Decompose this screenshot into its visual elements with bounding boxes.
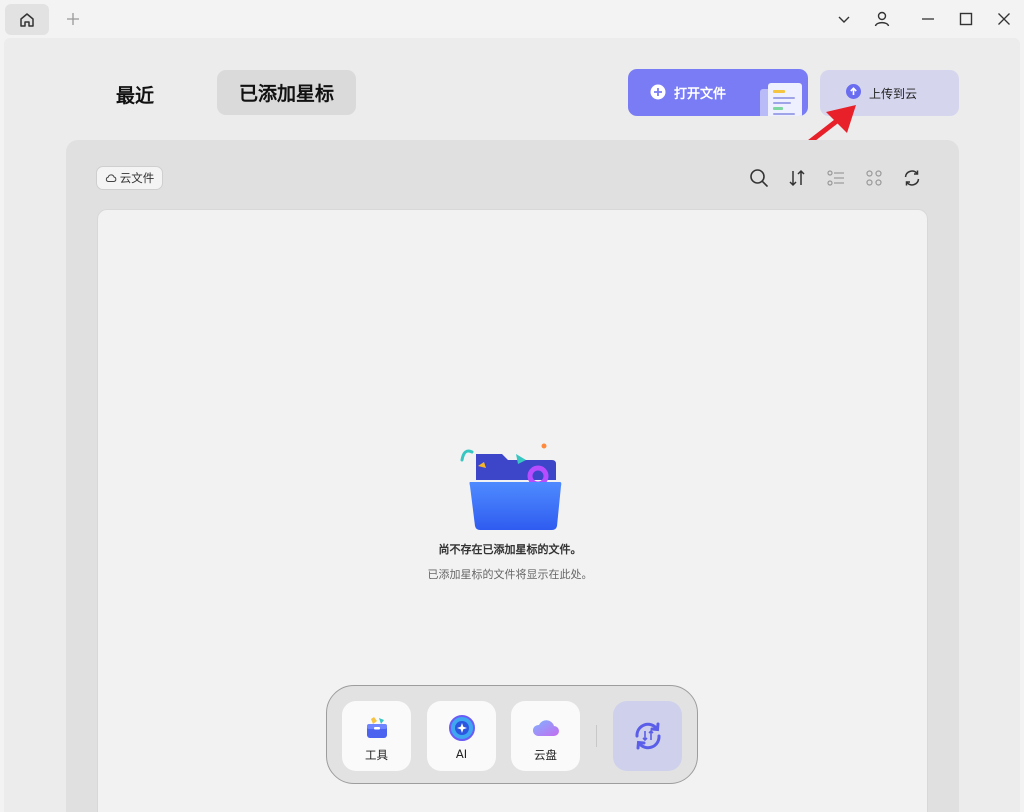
cloud-files-label: 云文件 [119, 171, 155, 185]
maximize-button[interactable] [952, 6, 980, 32]
new-tab-button[interactable] [62, 8, 84, 30]
search-icon [750, 169, 768, 187]
nav-recent[interactable]: 最近 [96, 72, 174, 116]
refresh-button[interactable] [900, 166, 924, 190]
empty-state-subtitle: 已添加星标的文件将显示在此处。 [427, 568, 593, 581]
search-button[interactable] [747, 166, 771, 190]
empty-folder-icon [460, 443, 562, 530]
dock-tools-button[interactable]: 工具 [342, 701, 411, 771]
account-button[interactable] [868, 6, 896, 32]
ai-assistant-icon [449, 715, 475, 741]
minimize-icon [922, 18, 934, 20]
dock-sync-button[interactable] [613, 701, 682, 771]
nav-starred[interactable]: 已添加星标 [217, 70, 356, 115]
minimize-button[interactable] [914, 6, 942, 32]
upload-arrow-icon [846, 84, 861, 99]
sort-icon [789, 169, 805, 187]
close-icon [998, 13, 1010, 25]
grid-view-icon [866, 170, 882, 186]
dock-tools-label: 工具 [365, 748, 388, 762]
toolbox-icon [367, 717, 387, 738]
refresh-icon [904, 170, 920, 186]
list-view-icon [827, 170, 844, 186]
grid-view-button[interactable] [862, 166, 886, 190]
dock-cloud-drive-button[interactable]: 云盘 [511, 701, 580, 771]
upload-to-cloud-label: 上传到云 [869, 87, 918, 101]
title-bar [0, 0, 1024, 38]
plus-icon [67, 13, 79, 25]
dock-ai-label: AI [455, 747, 468, 761]
cloud-drive-icon [532, 720, 559, 736]
maximize-icon [959, 12, 973, 26]
dock-ai-button[interactable]: AI [427, 701, 496, 771]
home-icon [20, 12, 34, 27]
user-icon [874, 11, 890, 27]
dock-cloud-drive-label: 云盘 [534, 748, 557, 762]
chevron-down-icon [838, 16, 850, 23]
cloud-files-filter[interactable]: 云文件 [96, 166, 163, 190]
list-view-button[interactable] [824, 166, 848, 190]
dock-divider [596, 725, 597, 747]
plus-circle-icon [650, 84, 666, 100]
close-button[interactable] [990, 6, 1018, 32]
home-tab[interactable] [5, 4, 49, 35]
cloud-icon [105, 174, 116, 182]
sort-button[interactable] [785, 166, 809, 190]
sync-icon [635, 722, 660, 750]
dropdown-button[interactable] [830, 6, 858, 32]
open-file-label: 打开文件 [674, 87, 727, 102]
empty-state-title: 尚不存在已添加星标的文件。 [438, 543, 582, 556]
